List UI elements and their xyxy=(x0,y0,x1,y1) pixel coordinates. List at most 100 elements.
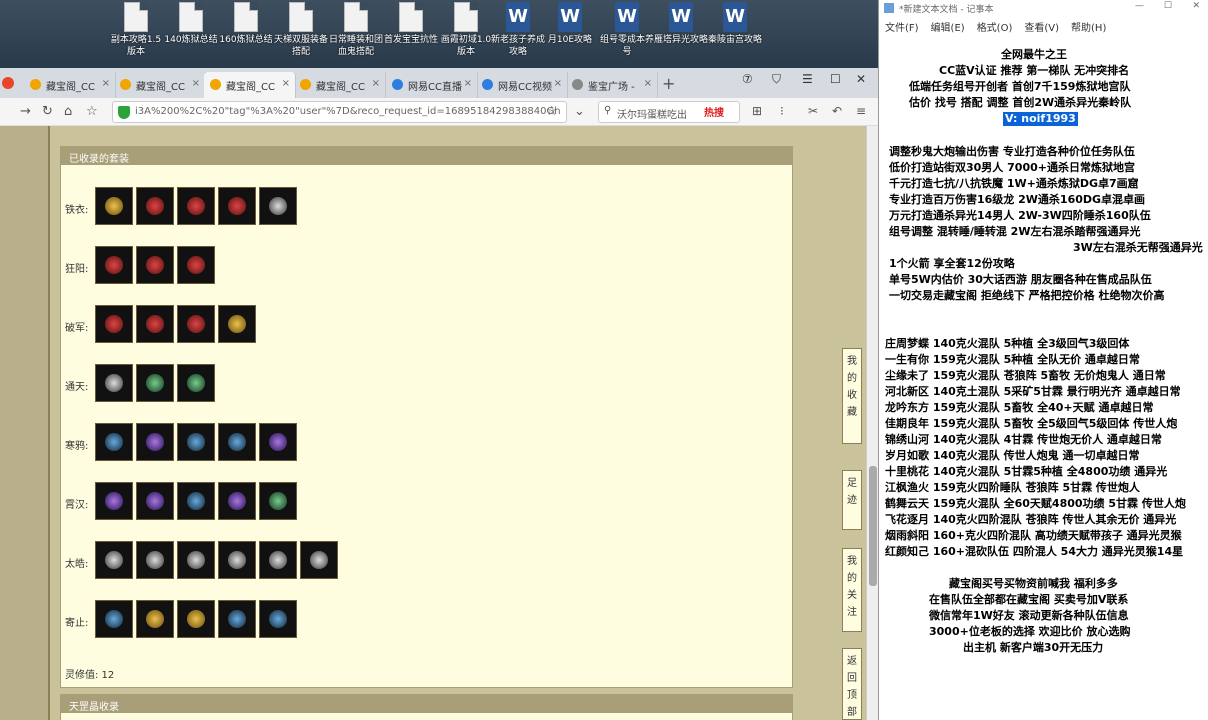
desktop-icon[interactable]: 160炼狱总结 xyxy=(217,2,275,68)
desktop-icon[interactable]: 首发宝宝抗性 xyxy=(382,2,440,68)
side-nav-button[interactable]: 足迹 xyxy=(842,470,862,530)
equipment-item-icon[interactable] xyxy=(136,305,174,343)
desktop-icon[interactable]: 日常睡装和团血鬼搭配 xyxy=(327,2,385,68)
notepad-menu-item[interactable]: 编辑(E) xyxy=(931,23,965,34)
equipment-item-icon[interactable] xyxy=(95,305,133,343)
side-nav-button[interactable]: 返回顶部 xyxy=(842,648,862,720)
maximize-button[interactable]: ☐ xyxy=(830,72,841,86)
star-icon[interactable]: ☆ xyxy=(546,104,558,119)
tab-close-icon[interactable]: × xyxy=(192,78,200,89)
browser-tab[interactable]: 藏宝阁_CC × xyxy=(114,72,206,98)
equipment-item-icon[interactable] xyxy=(300,541,338,579)
browser-tab[interactable]: 鉴宝广场 - × xyxy=(566,72,658,98)
equipment-item-icon[interactable] xyxy=(259,423,297,461)
text-file-icon xyxy=(399,2,423,32)
extension-icon[interactable]: ⊞ xyxy=(752,104,762,118)
forward-icon[interactable]: → xyxy=(20,104,31,119)
equipment-item-icon[interactable] xyxy=(177,482,215,520)
tab-count-icon[interactable]: ⑦ xyxy=(742,72,753,86)
apps-icon[interactable]: ⁝ xyxy=(780,104,784,118)
equipment-item-icon[interactable] xyxy=(136,482,174,520)
tab-close-icon[interactable]: × xyxy=(282,78,290,89)
side-nav-button[interactable]: 我的收藏 xyxy=(842,348,862,444)
browser-tab[interactable]: 藏宝阁_CC × xyxy=(204,72,296,98)
shirt-icon[interactable]: ⛉ xyxy=(772,72,781,87)
equipment-item-icon[interactable] xyxy=(177,364,215,402)
desktop-icon[interactable]: 140炼狱总结 xyxy=(162,2,220,68)
tab-close-icon[interactable]: × xyxy=(464,78,472,89)
equipment-item-icon[interactable] xyxy=(218,541,256,579)
equipment-item-icon[interactable] xyxy=(95,541,133,579)
tab-close-icon[interactable]: × xyxy=(102,78,110,89)
desktop-icon[interactable]: W 月10E攻略 xyxy=(541,2,599,68)
equipment-item-icon[interactable] xyxy=(177,600,215,638)
undo-icon[interactable]: ↶ xyxy=(832,104,842,118)
equipment-item-icon[interactable] xyxy=(177,305,215,343)
equipment-item-icon[interactable] xyxy=(136,364,174,402)
equipment-item-icon[interactable] xyxy=(95,364,133,402)
hot-search-label[interactable]: 热搜 xyxy=(704,104,724,119)
new-tab-button[interactable]: + xyxy=(662,74,675,93)
equipment-item-icon[interactable] xyxy=(136,541,174,579)
equipment-item-icon[interactable] xyxy=(259,482,297,520)
equipment-item-icon[interactable] xyxy=(95,482,133,520)
desktop-icon[interactable]: 画霞初域1.0版本 xyxy=(437,2,495,68)
desktop-icon[interactable]: W 秦陵宙宫攻略 xyxy=(706,2,764,68)
desktop-icon[interactable]: 副本攻略1.5版本 xyxy=(107,2,165,68)
browser-tab[interactable]: 藏宝阁_CC × xyxy=(294,72,386,98)
home-icon[interactable]: ⌂ xyxy=(64,104,72,119)
tab-close-icon[interactable]: × xyxy=(554,78,562,89)
equipment-item-icon[interactable] xyxy=(259,187,297,225)
equipment-item-icon[interactable] xyxy=(136,187,174,225)
bookmark-star-icon[interactable]: ☆ xyxy=(86,104,98,119)
equipment-item-icon[interactable] xyxy=(177,187,215,225)
notepad-menu-item[interactable]: 查看(V) xyxy=(1024,23,1059,34)
notepad-text-area[interactable]: 全网最牛之王 CC蓝V认证 推荐 第一梯队 无冲突排名 低端任务组号开创者 首创7千… xyxy=(879,40,1208,720)
equipment-item-icon[interactable] xyxy=(259,541,297,579)
browser-tab[interactable]: 网易CC视频 × xyxy=(476,72,568,98)
notepad-maximize-button[interactable]: ☐ xyxy=(1164,1,1172,11)
tab-close-icon[interactable]: × xyxy=(372,78,380,89)
desktop-icon[interactable]: W 新老孩子养成攻略 xyxy=(489,2,547,68)
equipment-item-icon[interactable] xyxy=(218,187,256,225)
equipment-item-icon[interactable] xyxy=(136,246,174,284)
desktop-icon[interactable]: 天梯双服装备搭配 xyxy=(272,2,330,68)
settings-menu-icon[interactable]: ≡ xyxy=(856,104,866,118)
menu-icon[interactable]: ☰ xyxy=(802,72,813,86)
tab-close-icon[interactable]: × xyxy=(644,78,652,89)
equipment-item-icon[interactable] xyxy=(177,423,215,461)
equipment-item-icon[interactable] xyxy=(136,423,174,461)
equipment-item-icon[interactable] xyxy=(218,305,256,343)
desktop-icon[interactable]: W 组号零成本养号 xyxy=(598,2,656,68)
browser-tab[interactable]: 网易CC直播 × xyxy=(386,72,478,98)
scissors-icon[interactable]: ✂ xyxy=(808,104,818,118)
url-input[interactable]: i3A%200%2C%20"tag"%3A%20"user"%7D&reco_r… xyxy=(112,101,567,123)
equipment-item-icon[interactable] xyxy=(259,600,297,638)
browser-logo-icon[interactable] xyxy=(2,77,14,89)
equipment-item-icon[interactable] xyxy=(95,187,133,225)
tab-favicon-icon xyxy=(572,79,583,90)
equipment-item-icon[interactable] xyxy=(95,600,133,638)
equipment-item-icon[interactable] xyxy=(136,600,174,638)
dropdown-icon[interactable]: ⌄ xyxy=(574,104,585,119)
desktop-icon[interactable]: W 雁塔异光攻略 xyxy=(652,2,710,68)
notepad-minimize-button[interactable]: — xyxy=(1135,1,1144,11)
notepad-menu-item[interactable]: 帮助(H) xyxy=(1071,23,1106,34)
reload-icon[interactable]: ↻ xyxy=(42,104,53,119)
side-nav-button[interactable]: 我的关注 xyxy=(842,548,862,632)
equipment-item-icon[interactable] xyxy=(95,423,133,461)
equipment-item-icon[interactable] xyxy=(177,541,215,579)
equipment-item-icon[interactable] xyxy=(218,423,256,461)
equipment-item-icon[interactable] xyxy=(177,246,215,284)
browser-tab[interactable]: 藏宝阁_CC × xyxy=(24,72,116,98)
close-button[interactable]: ✕ xyxy=(856,72,866,86)
equipment-item-icon[interactable] xyxy=(218,600,256,638)
notepad-menu-item[interactable]: 格式(O) xyxy=(977,23,1013,34)
text-file-icon xyxy=(289,2,313,32)
page-scrollbar[interactable] xyxy=(866,126,878,720)
notepad-close-button[interactable]: ✕ xyxy=(1192,1,1200,11)
scrollbar-thumb[interactable] xyxy=(869,466,877,586)
notepad-menu-item[interactable]: 文件(F) xyxy=(885,23,919,34)
equipment-item-icon[interactable] xyxy=(218,482,256,520)
equipment-item-icon[interactable] xyxy=(95,246,133,284)
